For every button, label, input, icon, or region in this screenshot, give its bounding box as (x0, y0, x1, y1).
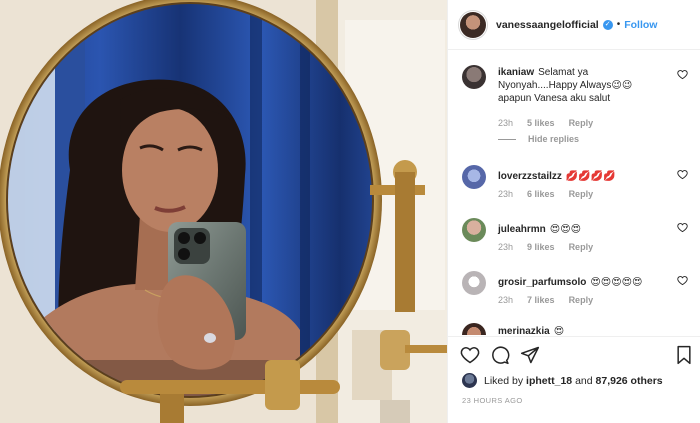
comment-time: 23h (498, 242, 514, 252)
commenter-username[interactable]: ikaniaw (498, 67, 534, 78)
separator-dot: • (616, 19, 621, 30)
comment-body: ikaniaw Selamat ya Nyonyah....Happy Alway… (498, 66, 668, 105)
commenter-avatar[interactable] (462, 165, 486, 189)
comment-likes[interactable]: 6 likes (527, 189, 555, 199)
hide-replies-button[interactable]: Hide replies (498, 134, 579, 144)
commenter-avatar[interactable] (462, 323, 486, 335)
comment-text: 😍😍😍😍😍 (590, 277, 643, 288)
follow-button[interactable]: Follow (624, 19, 657, 31)
comment-text: 😍😍😍 (549, 224, 582, 235)
comment-body: loverzzstailzz 💋💋💋💋 (498, 170, 668, 183)
comment-likes[interactable]: 9 likes (527, 242, 555, 252)
likes-prefix: Liked by (484, 374, 524, 387)
commenter-avatar[interactable] (462, 65, 486, 89)
post-timestamp[interactable]: 23 HOURS AGO (462, 396, 523, 405)
mirror-selfie-image (0, 0, 447, 423)
reply-button[interactable]: Reply (569, 242, 594, 252)
comment-time: 23h (498, 295, 514, 305)
likes-summary: Liked by iphett_18 and 87,926 others (462, 373, 663, 388)
comment-meta: 23h 5 likes Reply (498, 118, 593, 128)
comment-likes[interactable]: 7 likes (527, 295, 555, 305)
commenter-username[interactable]: loverzzstailzz (498, 171, 562, 182)
post-side-panel: vanessaangelofficial ✓ • Follow ikaniaw S… (447, 0, 700, 423)
liker-avatar[interactable] (462, 373, 477, 388)
comment-like-heart-icon[interactable] (677, 169, 688, 180)
commenter-avatar[interactable] (462, 271, 486, 295)
comment-meta: 23h 9 likes Reply (498, 242, 593, 252)
author-avatar[interactable] (460, 11, 486, 38)
bookmark-icon[interactable] (674, 345, 694, 365)
post-photo[interactable] (0, 0, 447, 423)
comment-text: 😍 (553, 326, 565, 335)
comment-like-heart-icon[interactable] (677, 275, 688, 286)
hide-replies-line (498, 138, 516, 140)
reply-button[interactable]: Reply (569, 189, 594, 199)
share-icon[interactable] (520, 345, 540, 365)
comment-body: merinazkia 😍 (498, 325, 668, 335)
reply-button[interactable]: Reply (569, 295, 594, 305)
comment-time: 23h (498, 118, 514, 128)
hide-replies-label: Hide replies (528, 134, 580, 144)
author-username[interactable]: vanessaangelofficial (496, 19, 599, 31)
liker-username[interactable]: iphett_18 (526, 375, 572, 387)
commenter-username[interactable]: juleahrmn (498, 224, 546, 235)
reply-button[interactable]: Reply (569, 118, 594, 128)
commenter-username[interactable]: grosir_parfumsolo (498, 277, 586, 288)
comment-body: grosir_parfumsolo 😍😍😍😍😍 (498, 276, 668, 289)
verified-icon: ✓ (602, 19, 613, 30)
post-actions: Liked by iphett_18 and 87,926 others 23 … (448, 336, 700, 423)
heart-icon[interactable] (460, 345, 480, 365)
likes-count[interactable]: 87,926 others (596, 375, 663, 387)
comments-list[interactable]: ikaniaw Selamat ya Nyonyah....Happy Alway… (448, 51, 700, 335)
comment-likes[interactable]: 5 likes (527, 118, 555, 128)
likes-middle: and (575, 374, 593, 387)
comment-text: 💋💋💋💋 (565, 171, 616, 182)
commenter-avatar[interactable] (462, 218, 486, 242)
comment-meta: 23h 7 likes Reply (498, 295, 593, 305)
instagram-post: vanessaangelofficial ✓ • Follow ikaniaw S… (0, 0, 700, 423)
commenter-username[interactable]: merinazkia (498, 326, 550, 335)
comment-meta: 23h 6 likes Reply (498, 189, 593, 199)
comment-like-heart-icon[interactable] (677, 69, 688, 80)
comment-body: juleahrmn 😍😍😍 (498, 223, 668, 236)
action-icons (460, 345, 696, 367)
comment-icon[interactable] (490, 345, 510, 365)
post-header: vanessaangelofficial ✓ • Follow (448, 0, 700, 50)
comment-like-heart-icon[interactable] (677, 222, 688, 233)
comment-time: 23h (498, 189, 514, 199)
